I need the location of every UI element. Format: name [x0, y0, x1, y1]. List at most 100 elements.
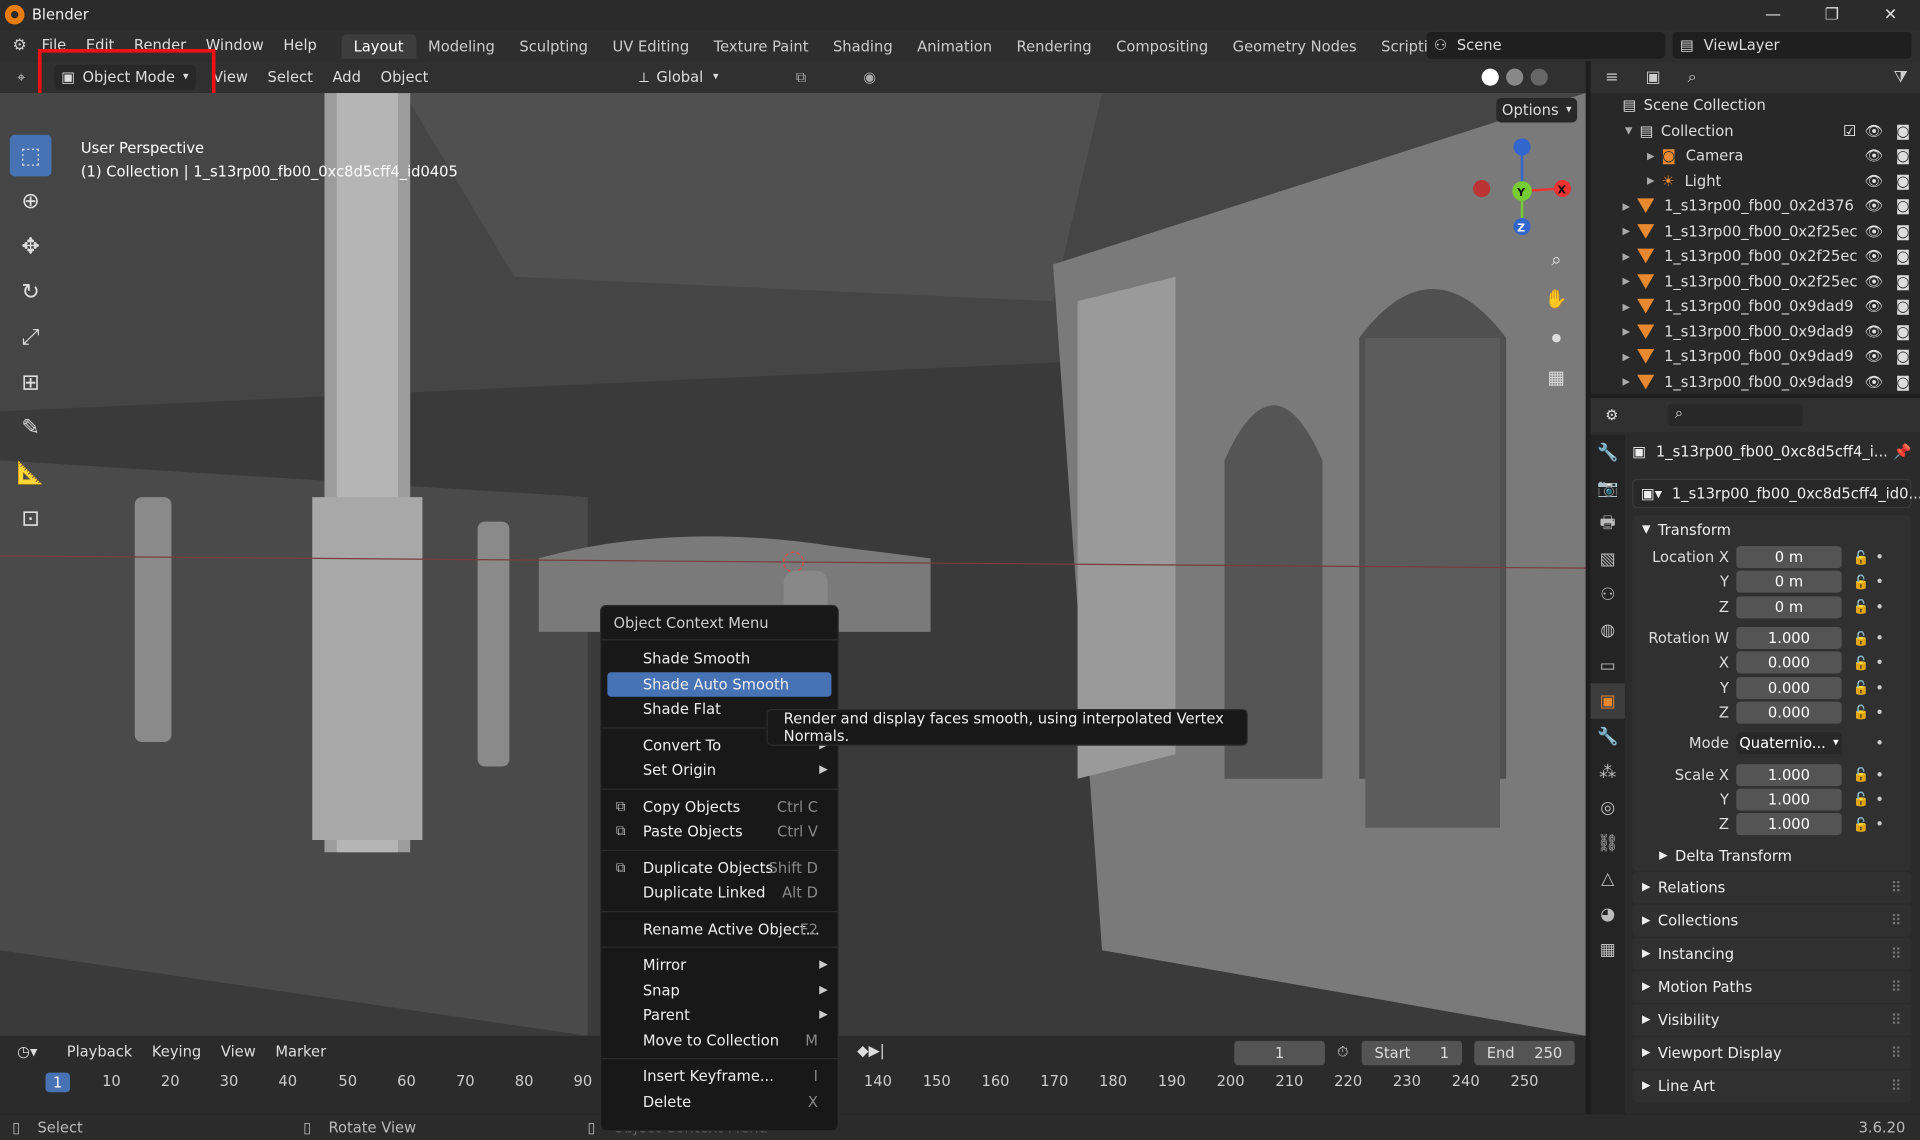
- subpanel-motion-paths[interactable]: ▶ Motion Paths ⠿: [1632, 970, 1912, 1004]
- lock-icon[interactable]: 🔓: [1849, 574, 1873, 590]
- tool-tab-icon[interactable]: 🔧: [1591, 435, 1625, 471]
- material-tab-icon[interactable]: ◕: [1591, 896, 1625, 932]
- camera-icon[interactable]: ◙: [1896, 273, 1910, 290]
- outliner-item[interactable]: ▶ 1_s13rp00_fb00_0x9dad9 👁 ◙: [1591, 294, 1920, 319]
- rotation-w-field[interactable]: 1.000: [1736, 626, 1842, 650]
- clock-icon[interactable]: ⏱: [1337, 1043, 1348, 1061]
- menu-add[interactable]: Add: [323, 69, 371, 86]
- keyframe-dot-icon[interactable]: •: [1873, 654, 1885, 671]
- search-icon[interactable]: ⌕: [1667, 404, 1803, 427]
- texture-tab-icon[interactable]: ▦: [1591, 932, 1625, 968]
- keyframe-dot-icon[interactable]: •: [1873, 629, 1885, 646]
- menu-render[interactable]: Render: [124, 37, 196, 54]
- particles-tab-icon[interactable]: ⁂: [1591, 754, 1625, 790]
- close-button[interactable]: ✕: [1861, 0, 1920, 29]
- object-mode-dropdown[interactable]: ▣ Object Mode ▾: [53, 64, 196, 90]
- zoom-icon[interactable]: ⌕: [1539, 242, 1573, 276]
- maximize-button[interactable]: ❐: [1802, 0, 1861, 29]
- expand-icon[interactable]: ▶: [1647, 175, 1662, 186]
- keyframe-dot-icon[interactable]: •: [1873, 549, 1885, 566]
- keyframe-dot-icon[interactable]: •: [1873, 598, 1885, 615]
- camera-icon[interactable]: ◙: [1896, 147, 1910, 164]
- tab-shading[interactable]: Shading: [821, 34, 905, 58]
- editor-type-icon[interactable]: ◷▾: [7, 1043, 47, 1060]
- camera-icon[interactable]: ◙: [1896, 122, 1910, 139]
- keyframe-dot-icon[interactable]: •: [1873, 735, 1885, 752]
- camera-icon[interactable]: ◙: [1896, 197, 1910, 214]
- subpanel-collections[interactable]: ▶ Collections ⠿: [1632, 903, 1912, 938]
- camera-view-icon[interactable]: ⏺: [1539, 321, 1573, 355]
- menu-view[interactable]: View: [203, 69, 257, 86]
- subpanel-viewport-display[interactable]: ▶ Viewport Display ⠿: [1632, 1036, 1912, 1070]
- start-frame-field[interactable]: Start 1: [1361, 1040, 1463, 1066]
- blender-menu-icon[interactable]: ⚙: [7, 36, 31, 54]
- subpanel-visibility[interactable]: ▶ Visibility ⠿: [1632, 1003, 1912, 1037]
- expand-icon[interactable]: ▶: [1622, 326, 1637, 337]
- menu-file[interactable]: File: [32, 37, 76, 54]
- outliner-collection[interactable]: ▼ ▤ Collection ☑ 👁 ◙: [1591, 118, 1920, 143]
- menu-edit[interactable]: Edit: [76, 37, 124, 54]
- location-y-field[interactable]: 0 m: [1736, 571, 1842, 594]
- lock-icon[interactable]: 🔓: [1849, 816, 1873, 832]
- constraints-tab-icon[interactable]: ⛓: [1591, 825, 1625, 861]
- ortho-grid-icon[interactable]: ▦: [1539, 360, 1573, 394]
- drag-handle-icon[interactable]: ⠿: [1891, 880, 1902, 897]
- keying-menu[interactable]: Keying: [142, 1043, 211, 1060]
- outliner-item[interactable]: ▶ ☀ Light 👁 ◙: [1591, 168, 1920, 193]
- eye-icon[interactable]: 👁: [1865, 147, 1884, 164]
- camera-icon[interactable]: ◙: [1896, 248, 1910, 265]
- lock-icon[interactable]: 🔓: [1849, 767, 1873, 783]
- camera-icon[interactable]: ◙: [1896, 298, 1910, 315]
- menu-item-insert-keyframe[interactable]: Insert Keyframe... I: [601, 1064, 837, 1089]
- expand-icon[interactable]: ▶: [1622, 376, 1637, 387]
- camera-icon[interactable]: ◙: [1896, 323, 1910, 340]
- world-tab-icon[interactable]: ◍: [1591, 612, 1625, 648]
- eye-icon[interactable]: 👁: [1865, 122, 1884, 139]
- view-layer-tab-icon[interactable]: ▧: [1591, 541, 1625, 577]
- expand-icon[interactable]: ▶: [1622, 251, 1637, 262]
- measure-tool-icon[interactable]: 📐: [10, 452, 52, 494]
- menu-item-mirror[interactable]: Mirror ▶: [601, 953, 837, 978]
- lock-icon[interactable]: 🔓: [1849, 655, 1873, 671]
- select-box-tool-icon[interactable]: ⬚: [9, 134, 52, 177]
- menu-item-copy-objects[interactable]: ⧉ Copy Objects Ctrl C: [601, 794, 837, 819]
- menu-object[interactable]: Object: [371, 69, 438, 86]
- search-icon[interactable]: ⌕: [1688, 68, 1697, 86]
- menu-item-parent[interactable]: Parent ▶: [601, 1003, 837, 1028]
- drag-handle-icon[interactable]: ⠿: [1891, 946, 1902, 963]
- cursor-tool-icon[interactable]: ⊕: [10, 180, 52, 222]
- rotation-z-field[interactable]: 0.000: [1736, 701, 1842, 724]
- lock-icon[interactable]: 🔓: [1849, 705, 1873, 721]
- transform-panel-header[interactable]: ▼ Transform: [1632, 516, 1911, 545]
- menu-item-delete[interactable]: Delete X: [601, 1089, 837, 1114]
- eye-icon[interactable]: 👁: [1865, 248, 1884, 265]
- move-tool-icon[interactable]: ✥: [10, 225, 52, 267]
- output-tab-icon[interactable]: 🖶: [1591, 506, 1625, 542]
- eye-icon[interactable]: 👁: [1865, 223, 1884, 240]
- tab-texture-paint[interactable]: Texture Paint: [701, 34, 820, 58]
- shading-solid-icon[interactable]: [1481, 68, 1499, 86]
- delta-transform-subpanel[interactable]: ▶ Delta Transform: [1632, 842, 1911, 871]
- scale-x-field[interactable]: 1.000: [1736, 763, 1842, 786]
- tab-compositing[interactable]: Compositing: [1104, 34, 1221, 58]
- eye-icon[interactable]: 👁: [1865, 373, 1884, 390]
- transform-orientation-dropdown[interactable]: ⟂ Global ▾: [639, 68, 718, 86]
- menu-item-rename-active-object[interactable]: Rename Active Object... F2: [601, 917, 837, 942]
- tab-animation[interactable]: Animation: [905, 34, 1004, 58]
- camera-icon[interactable]: ◙: [1896, 373, 1910, 390]
- expand-icon[interactable]: ▶: [1622, 351, 1637, 362]
- expand-icon[interactable]: ▼: [1625, 125, 1640, 136]
- outliner-item[interactable]: ▶ 1_s13rp00_fb00_0x9dad9 👁 ◙: [1591, 319, 1920, 344]
- checkbox-icon[interactable]: ☑: [1843, 122, 1856, 139]
- current-frame-field[interactable]: 1: [1234, 1040, 1325, 1066]
- drag-handle-icon[interactable]: ⠿: [1891, 979, 1902, 996]
- minimize-button[interactable]: —: [1744, 0, 1803, 29]
- tab-sculpting[interactable]: Sculpting: [507, 34, 600, 58]
- tab-rendering[interactable]: Rendering: [1004, 34, 1104, 58]
- outliner-item[interactable]: ▶ 1_s13rp00_fb00_0x9dad9 👁 ◙: [1591, 344, 1920, 369]
- menu-item-duplicate-linked[interactable]: Duplicate Linked Alt D: [601, 880, 837, 905]
- tab-modeling[interactable]: Modeling: [416, 34, 507, 58]
- outliner-item[interactable]: ▶ 1_s13rp00_fb00_0x2f25ec 👁 ◙: [1591, 244, 1920, 269]
- tab-layout[interactable]: Layout: [341, 34, 416, 59]
- menu-item-snap[interactable]: Snap ▶: [601, 978, 837, 1003]
